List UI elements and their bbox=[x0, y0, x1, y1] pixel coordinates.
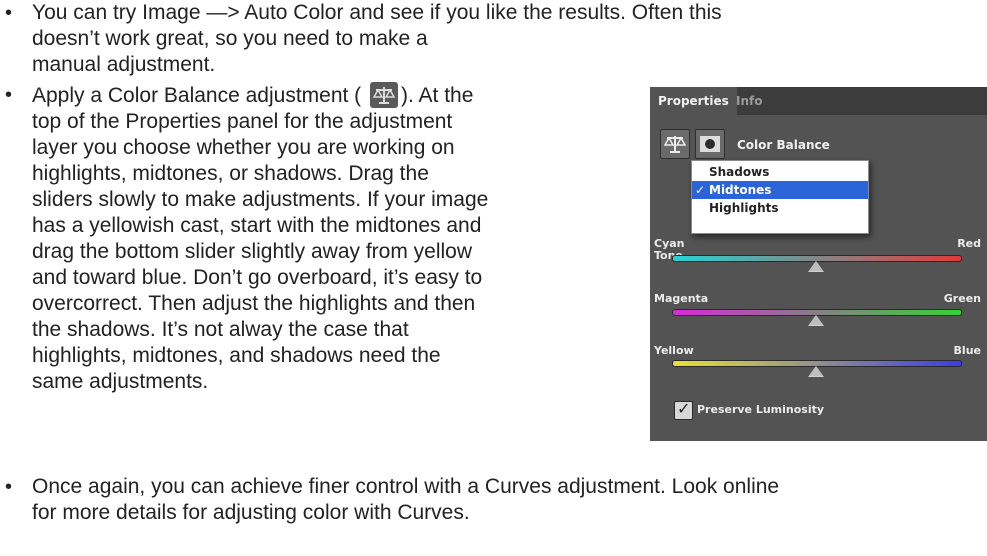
tone-dropdown-menu[interactable]: Shadows ✓ Midtones Highlights bbox=[691, 160, 869, 234]
cyan-red-slider-thumb[interactable] bbox=[808, 261, 824, 272]
preserve-luminosity-label: Preserve Luminosity bbox=[697, 403, 825, 416]
bullet-3-line-2: for more details for adjusting color wit… bbox=[32, 501, 470, 524]
bullet-2-line-9: overcorrect. Then adjust the highlights … bbox=[32, 292, 476, 315]
tone-option-midtones[interactable]: ✓ Midtones bbox=[692, 181, 868, 199]
slider-green-label: Green bbox=[943, 292, 981, 305]
bullet-marker: • bbox=[5, 2, 13, 24]
color-balance-scale-icon bbox=[370, 82, 399, 108]
properties-panel: Properties Info Color Balance Tone Shado… bbox=[650, 87, 987, 441]
tab-info[interactable]: Info bbox=[728, 87, 770, 115]
bullet-2-line-6: has a yellowish cast, start with the mid… bbox=[32, 214, 482, 237]
bullet-2-line-7: drag the bottom slider slightly away fro… bbox=[32, 240, 473, 263]
bullet-2-line-1: Apply a Color Balance adjustment ( ). At… bbox=[32, 82, 473, 109]
bullet-2-line-11: highlights, midtones, and shadows need t… bbox=[32, 344, 441, 367]
bullet-2-line-8: and toward blue. Don’t go overboard, it’… bbox=[32, 266, 483, 289]
layer-mask-icon[interactable] bbox=[695, 129, 725, 159]
bullet-marker: • bbox=[5, 84, 13, 106]
checkmark-icon: ✓ bbox=[695, 183, 706, 197]
checkmark-icon: ✓ bbox=[677, 399, 691, 418]
bullet-2-text-after: ). At the bbox=[401, 84, 474, 107]
bullet-2-line-10: the shadows. It’s not alway the case tha… bbox=[32, 318, 409, 341]
bullet-1-line-2: doesn’t work great, so you need to make … bbox=[32, 27, 428, 50]
bullet-2-line-12: same adjustments. bbox=[32, 370, 209, 393]
bullet-2-line-2: top of the Properties panel for the adju… bbox=[32, 110, 453, 133]
slider-red-label: Red bbox=[957, 237, 981, 250]
preserve-luminosity-checkbox[interactable]: ✓ bbox=[674, 399, 693, 420]
bullet-2-line-5: sliders slowly to make adjustments. If y… bbox=[32, 188, 489, 211]
tone-option-shadows[interactable]: Shadows bbox=[692, 163, 868, 181]
yellow-blue-slider-thumb[interactable] bbox=[808, 366, 824, 377]
bullet-3-line-1: Once again, you can achieve finer contro… bbox=[32, 475, 780, 498]
tone-option-label: Highlights bbox=[709, 201, 779, 215]
slider-yellow-label: Yellow bbox=[654, 344, 694, 357]
tone-option-label: Shadows bbox=[709, 165, 770, 179]
tone-option-highlights[interactable]: Highlights bbox=[692, 199, 868, 217]
magenta-green-slider-thumb[interactable] bbox=[808, 315, 824, 326]
bullet-1-line-1: You can try Image —> Auto Color and see … bbox=[32, 1, 722, 24]
slider-blue-label: Blue bbox=[953, 344, 981, 357]
bullet-2-line-3: layer you choose whether you are working… bbox=[32, 136, 455, 159]
slider-magenta-label: Magenta bbox=[654, 292, 709, 305]
bullet-marker: • bbox=[5, 476, 13, 498]
bullet-2-text-before: Apply a Color Balance adjustment ( bbox=[32, 84, 362, 107]
adjustment-title: Color Balance bbox=[737, 138, 830, 152]
tone-option-label: Midtones bbox=[709, 183, 772, 197]
slider-cyan-label: Cyan bbox=[654, 237, 685, 250]
panel-tab-bar: Properties Info bbox=[650, 87, 987, 115]
bullet-1-line-3: manual adjustment. bbox=[32, 53, 216, 76]
bullet-2-line-4: highlights, midtones, or shadows. Drag t… bbox=[32, 162, 429, 185]
color-balance-icon[interactable] bbox=[660, 129, 690, 159]
tab-properties[interactable]: Properties bbox=[650, 87, 737, 115]
